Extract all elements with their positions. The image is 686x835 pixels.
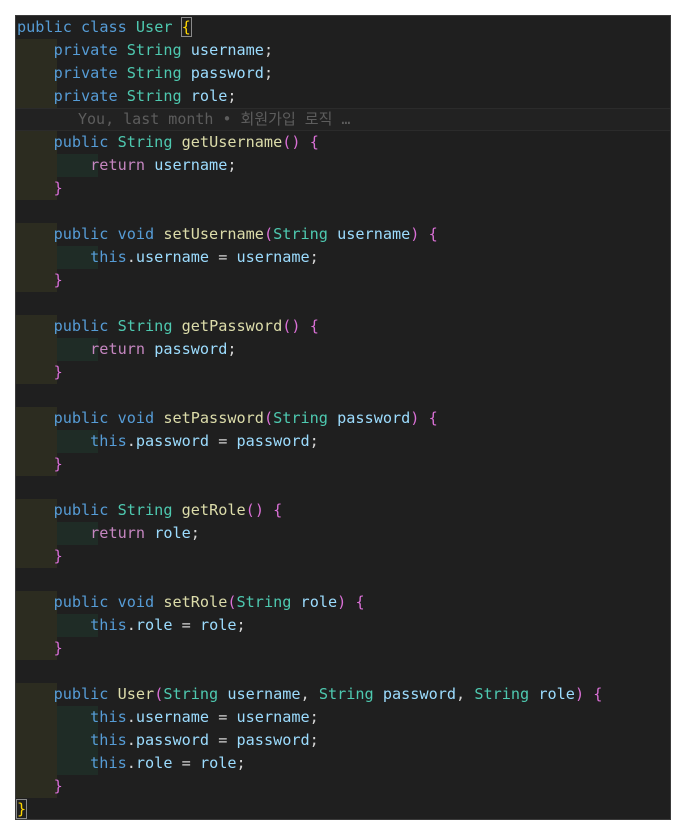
code-text: private String role; — [53, 87, 237, 105]
git-blame-annotation: You, last month • 회원가입 로직 … — [78, 110, 351, 128]
code-text: this.username = username; — [90, 248, 319, 266]
code-line[interactable]: this.password = password; — [16, 430, 670, 453]
code-line[interactable]: You, last month • 회원가입 로직 … — [16, 108, 670, 131]
code-line[interactable]: } — [16, 775, 670, 798]
code-text: this.role = role; — [90, 754, 246, 772]
code-text: this.password = password; — [90, 731, 319, 749]
code-line[interactable]: return password; — [16, 338, 670, 361]
code-line[interactable]: public void setUsername(String username)… — [16, 223, 670, 246]
code-line[interactable]: private String username; — [16, 39, 670, 62]
code-line[interactable] — [16, 476, 670, 499]
code-text: this.password = password; — [90, 432, 319, 450]
code-line[interactable]: this.password = password; — [16, 729, 670, 752]
code-line[interactable]: public User(String username, String pass… — [16, 683, 670, 706]
code-editor[interactable]: public class User { private String usern… — [15, 15, 671, 820]
code-text: public class User { — [17, 17, 192, 37]
code-line[interactable]: public void setPassword(String password)… — [16, 407, 670, 430]
code-line[interactable]: this.role = role; — [16, 614, 670, 637]
code-text: this.role = role; — [90, 616, 246, 634]
code-text: private String password; — [53, 64, 274, 82]
code-line[interactable]: private String password; — [16, 62, 670, 85]
code-line[interactable]: public String getRole() { — [16, 499, 670, 522]
code-line[interactable]: return username; — [16, 154, 670, 177]
code-line[interactable]: } — [16, 269, 670, 292]
code-line[interactable]: public void setRole(String role) { — [16, 591, 670, 614]
code-text: this.username = username; — [90, 708, 319, 726]
code-line[interactable]: } — [16, 798, 670, 819]
code-text: return password; — [90, 340, 237, 358]
code-line[interactable] — [16, 200, 670, 223]
code-line[interactable]: public class User { — [16, 16, 670, 39]
code-text: public User(String username, String pass… — [53, 685, 603, 703]
code-text: public void setUsername(String username)… — [53, 225, 438, 243]
code-line[interactable] — [16, 568, 670, 591]
code-line[interactable]: } — [16, 361, 670, 384]
code-text: } — [53, 455, 63, 473]
code-line[interactable]: public String getPassword() { — [16, 315, 670, 338]
code-text: } — [53, 547, 63, 565]
code-text: public String getRole() { — [53, 501, 283, 519]
code-line[interactable]: public String getUsername() { — [16, 131, 670, 154]
code-text: private String username; — [53, 41, 274, 59]
code-text: } — [53, 179, 63, 197]
code-line[interactable] — [16, 292, 670, 315]
code-text: public void setPassword(String password)… — [53, 409, 438, 427]
code-text: } — [53, 363, 63, 381]
code-line[interactable]: this.role = role; — [16, 752, 670, 775]
code-line[interactable]: } — [16, 177, 670, 200]
code-line[interactable]: private String role; — [16, 85, 670, 108]
code-line[interactable]: return role; — [16, 522, 670, 545]
code-text: return role; — [90, 524, 200, 542]
code-line[interactable] — [16, 384, 670, 407]
code-text: public void setRole(String role) { — [53, 593, 365, 611]
code-line[interactable]: this.username = username; — [16, 706, 670, 729]
code-line[interactable]: this.username = username; — [16, 246, 670, 269]
code-text: public String getUsername() { — [53, 133, 319, 151]
code-text: return username; — [90, 156, 237, 174]
code-text: public String getPassword() { — [53, 317, 319, 335]
code-line[interactable] — [16, 660, 670, 683]
code-text: } — [53, 777, 63, 795]
code-line[interactable]: } — [16, 637, 670, 660]
code-text: } — [53, 639, 63, 657]
code-line[interactable]: } — [16, 545, 670, 568]
code-text: } — [16, 799, 28, 819]
code-text: } — [53, 271, 63, 289]
code-line[interactable]: } — [16, 453, 670, 476]
